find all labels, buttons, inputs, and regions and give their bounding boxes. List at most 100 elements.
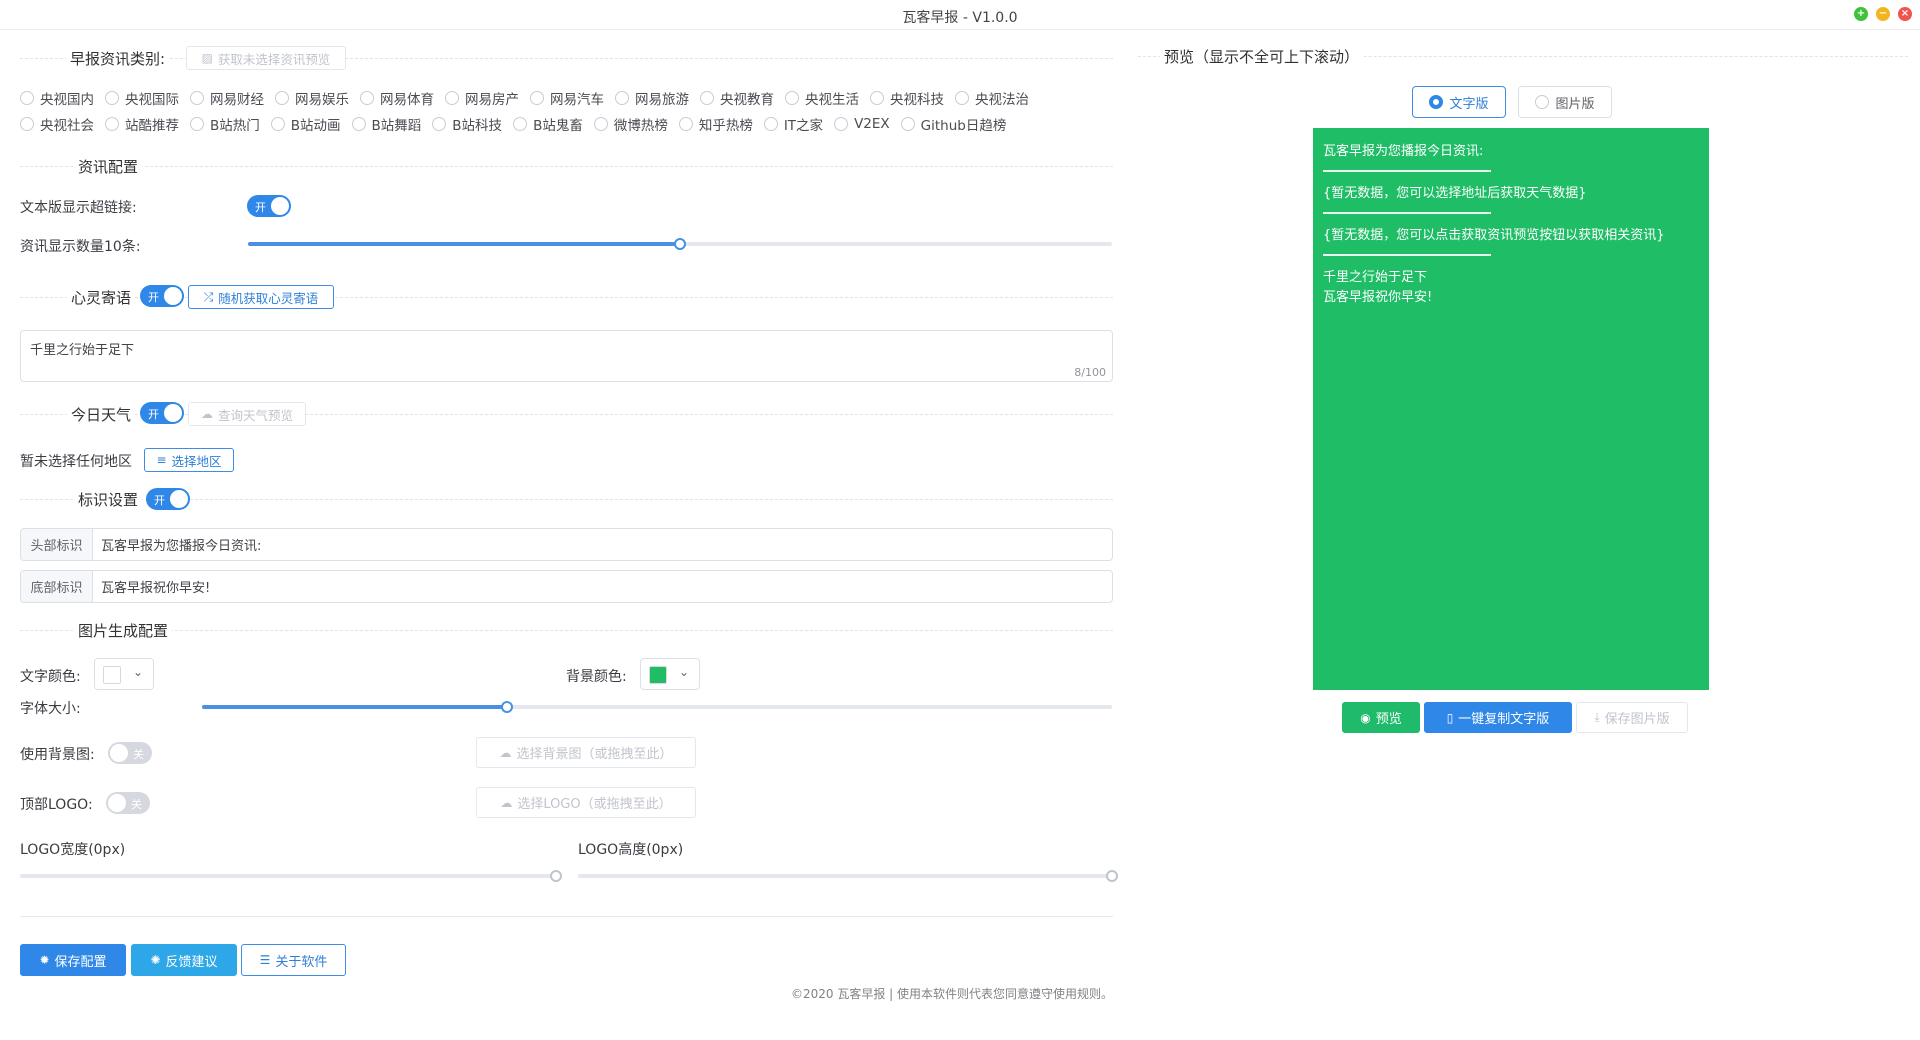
logo-width-slider-handle[interactable] [550, 870, 562, 882]
mind-switch[interactable]: 开 [140, 285, 184, 307]
mind-switch-text: 开 [148, 291, 159, 304]
category-radio[interactable]: 网易娱乐 [275, 88, 349, 108]
category-radio[interactable]: 网易体育 [360, 88, 434, 108]
category-radio[interactable]: 网易财经 [190, 88, 264, 108]
bg-image-switch[interactable]: 关 [108, 742, 152, 764]
tab-text-version-label: 文字版 [1449, 96, 1489, 112]
category-radio[interactable]: IT之家 [763, 114, 823, 134]
hyperlink-switch[interactable]: 开 [247, 195, 291, 217]
category-label: 网易财经 [210, 92, 264, 108]
text-color-picker[interactable]: ⌄ [94, 658, 154, 690]
radio-unchecked-icon [270, 117, 285, 131]
minimize-icon[interactable]: − [1876, 7, 1890, 21]
category-radio[interactable]: 网易房产 [445, 88, 519, 108]
font-size-label: 字体大小: [20, 701, 81, 717]
category-label: B站鬼畜 [533, 118, 583, 134]
save-config-button[interactable]: ✹ 保存配置 [20, 944, 126, 976]
bg-color-swatch [649, 666, 667, 684]
radio-unchecked-icon [360, 91, 374, 105]
about-label: 关于软件 [275, 954, 328, 970]
category-radio[interactable]: 央视生活 [785, 88, 859, 108]
font-size-slider-handle[interactable] [500, 701, 513, 713]
radio-unchecked-icon [105, 91, 119, 105]
about-button[interactable]: ☰ 关于软件 [241, 944, 346, 976]
mind-textarea[interactable]: 千里之行始于足下 8/100 [20, 330, 1113, 382]
close-icon[interactable]: × [1898, 7, 1912, 21]
category-radio[interactable]: 知乎热榜 [678, 114, 753, 134]
random-mind-button[interactable]: ⤮ 随机获取心灵寄语 [188, 285, 334, 309]
radio-unchecked-icon [900, 117, 915, 131]
preview-button-label: 预览 [1375, 712, 1402, 727]
radio-checked-icon [1429, 95, 1444, 109]
categories-section-header: 早报资讯类别: [20, 48, 1113, 69]
bg-color-picker[interactable]: ⌄ [640, 658, 700, 690]
logo-height-slider-handle[interactable] [1106, 870, 1118, 882]
select-logo-button[interactable]: ☁ 选择LOGO（或拖拽至此） [476, 787, 696, 818]
select-bg-image-button[interactable]: ☁ 选择背景图（或拖拽至此） [476, 737, 696, 768]
feedback-label: 反馈建议 [165, 954, 218, 970]
category-radio[interactable]: 央视教育 [700, 88, 774, 108]
category-radio[interactable]: 网易旅游 [615, 88, 689, 108]
category-radio[interactable]: 央视国际 [105, 88, 179, 108]
header-marker-prefix: 头部标识 [21, 529, 93, 560]
category-radio[interactable]: B站舞蹈 [351, 114, 421, 134]
category-radio[interactable]: 央视国内 [20, 88, 94, 108]
hyperlink-label: 文本版显示超链接: [20, 200, 137, 216]
font-size-slider[interactable] [202, 700, 1112, 714]
header-marker-input[interactable]: 头部标识 瓦客早报为您播报今日资讯: [20, 528, 1113, 561]
category-label: 央视教育 [720, 92, 774, 108]
logo-switch[interactable]: 关 [106, 792, 150, 814]
weather-switch[interactable]: 开 [140, 402, 184, 424]
weather-switch-text: 开 [148, 408, 159, 421]
category-radio[interactable]: 微博热榜 [593, 114, 668, 134]
hyperlink-switch-text: 开 [255, 201, 266, 214]
category-label: 央视国内 [40, 92, 94, 108]
marker-switch[interactable]: 开 [146, 488, 190, 510]
shuffle-icon: ⤮ [203, 289, 214, 304]
maximize-icon[interactable]: + [1854, 7, 1868, 21]
categories-label: 早报资讯类别: [66, 48, 170, 69]
category-label: 知乎热榜 [698, 118, 753, 134]
preview-button[interactable]: ◉ 预览 [1342, 702, 1420, 733]
category-radio[interactable]: B站鬼畜 [513, 114, 583, 134]
query-weather-button[interactable]: ☁ 查询天气预览 [188, 402, 306, 426]
category-label: 网易房产 [465, 92, 519, 108]
category-radio[interactable]: 央视社会 [20, 114, 94, 134]
save-image-button[interactable]: ⤓ 保存图片版 [1576, 702, 1688, 733]
category-radio[interactable]: 央视法治 [955, 88, 1029, 108]
radio-unchecked-icon [593, 117, 608, 131]
select-region-button[interactable]: ≡ 选择地区 [144, 448, 234, 472]
image-icon: ▨ [201, 51, 213, 65]
category-radio[interactable]: 央视科技 [870, 88, 944, 108]
text-color-label: 文字颜色: [20, 669, 81, 685]
tab-text-version[interactable]: 文字版 [1412, 86, 1506, 118]
preview-news-line: {暂无数据，您可以点击获取资讯预览按钮以获取相关资讯} [1323, 228, 1665, 243]
preview-weather-line: {暂无数据，您可以选择地址后获取天气数据} [1323, 186, 1587, 201]
logo-width-slider[interactable] [20, 869, 562, 883]
category-radio[interactable]: B站热门 [190, 114, 260, 134]
fetch-news-preview-button[interactable]: ▨ 获取未选择资讯预览 [186, 46, 346, 70]
category-radio[interactable]: V2EX [834, 114, 890, 134]
category-label: 网易旅游 [635, 92, 689, 108]
preview-footer-line: 瓦客早报祝你早安! [1323, 290, 1433, 305]
category-radio[interactable]: Github日趋榜 [900, 114, 1006, 134]
category-radio[interactable]: B站动画 [270, 114, 341, 134]
radio-unchecked-icon [105, 117, 119, 131]
category-radio[interactable]: 站酷推荐 [105, 114, 179, 134]
app-window: 瓦客早报 - V1.0.0 + − × 早报资讯类别: ▨ 获取未选择资讯预览 央… [0, 0, 1920, 1040]
radio-unchecked-icon [530, 91, 544, 105]
news-count-slider-handle[interactable] [674, 238, 686, 250]
radio-unchecked-icon [432, 117, 447, 131]
logo-height-slider[interactable] [578, 869, 1118, 883]
category-radio[interactable]: 网易汽车 [530, 88, 604, 108]
category-label: 央视生活 [805, 92, 859, 108]
tab-image-version[interactable]: 图片版 [1518, 86, 1612, 118]
category-radio[interactable]: B站科技 [432, 114, 502, 134]
chevron-down-icon: ⌄ [678, 665, 689, 679]
title-bar: 瓦客早报 - V1.0.0 + − × [0, 0, 1920, 30]
category-label: 微博热榜 [613, 118, 668, 134]
copy-text-button[interactable]: ▯ 一键复制文字版 [1424, 702, 1572, 733]
feedback-button[interactable]: ✺ 反馈建议 [131, 944, 237, 976]
news-count-slider[interactable] [248, 237, 1112, 251]
footer-marker-input[interactable]: 底部标识 瓦客早报祝你早安! [20, 570, 1113, 603]
